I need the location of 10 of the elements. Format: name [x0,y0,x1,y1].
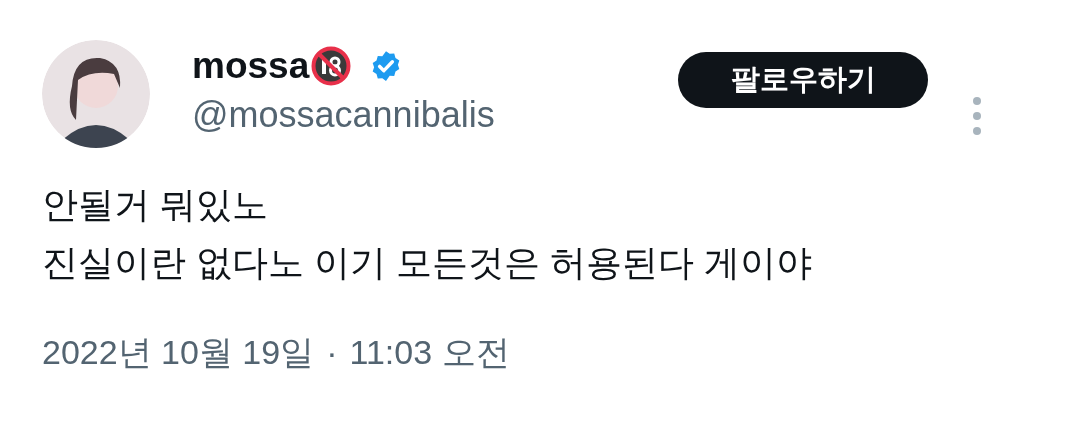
user-handle: @mossacannibalis [192,94,496,136]
display-name: mossa [192,45,310,87]
separator-dot: · [326,333,338,371]
avatar[interactable] [42,40,150,148]
tweet-time: 11:03 오전 [349,333,510,371]
no-adult-icon [311,46,352,86]
follow-button[interactable]: 팔로우하기 [678,52,928,108]
tweet-date: 2022년 10월 19일 [42,333,315,371]
tweet-text: 진실이란 없다노 이기 모든것은 허용된다 게이야 [42,241,813,285]
tweet-text: 안될거 뭐있노 [42,183,269,227]
